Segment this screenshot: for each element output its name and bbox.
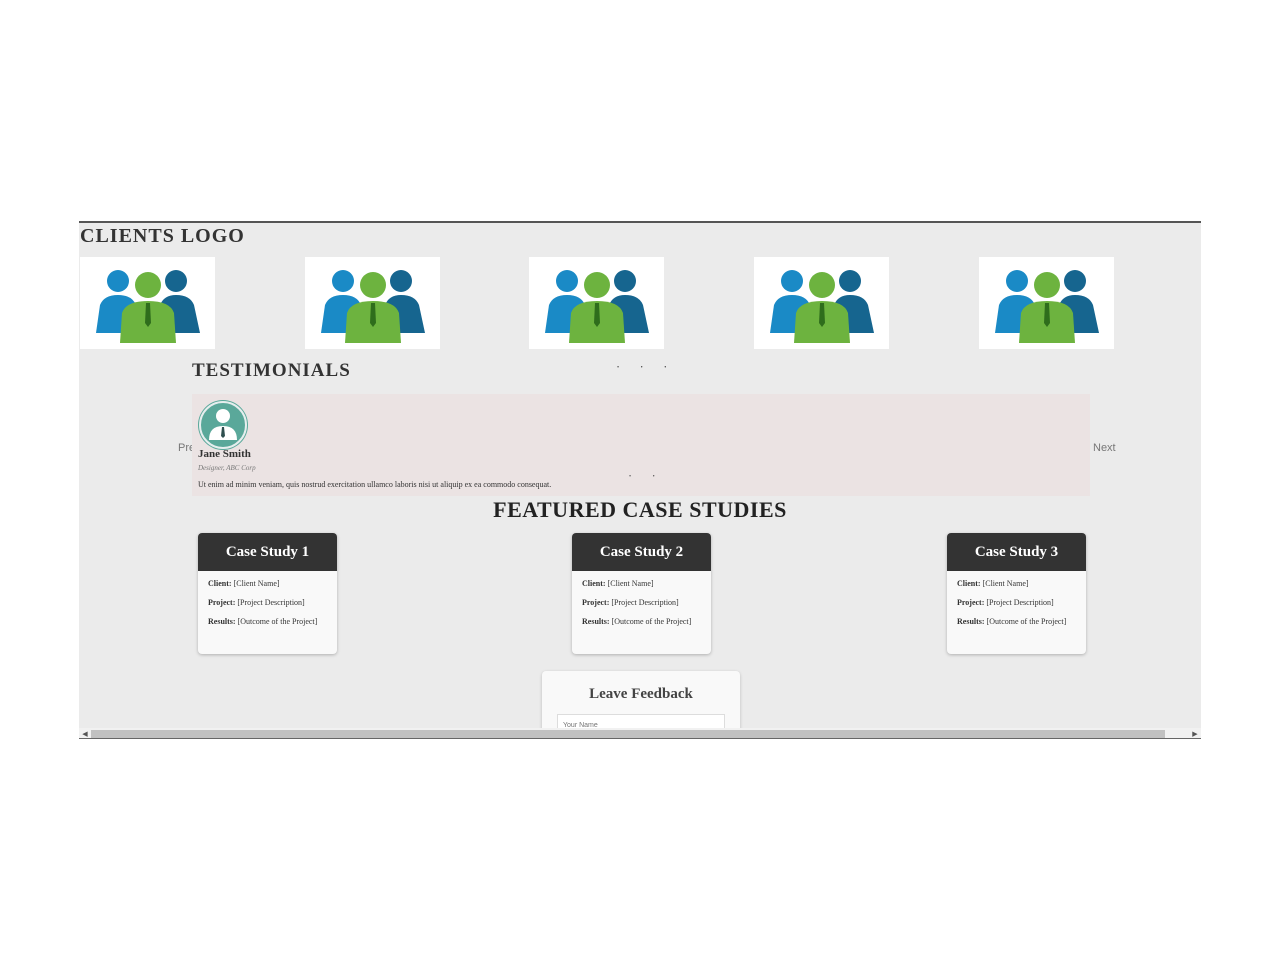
client-label: Client: [957,579,981,588]
case-study-body: Client: [Client Name] Project: [Project … [947,571,1086,644]
case-results-row: Results: [Outcome of the Project] [582,617,701,626]
case-client-row: Client: [Client Name] [957,579,1076,588]
testimonial-author-name: Jane Smith [198,448,251,460]
project-label: Project: [582,598,610,607]
client-logo [305,257,440,349]
project-value: [Project Description] [984,598,1054,607]
results-value: [Outcome of the Project] [235,617,318,626]
scrollbar-thumb[interactable] [91,730,1165,738]
client-logo [754,257,889,349]
case-results-row: Results: [Outcome of the Project] [208,617,327,626]
testimonial-card: Jane Smith Designer, ABC Corp Ut enim ad… [192,394,1090,496]
clients-logo-heading: CLIENTS LOGO [80,225,245,247]
case-study-card[interactable]: Case Study 1 Client: [Client Name] Proje… [198,533,337,654]
testimonial-author-role: Designer, ABC Corp [198,464,256,472]
client-label: Client: [582,579,606,588]
project-label: Project: [208,598,236,607]
client-value: [Client Name] [605,579,654,588]
results-label: Results: [582,617,610,626]
client-label: Client: [208,579,232,588]
page-viewport: CLIENTS LOGO • • • TESTIMONIALS Pr Jane … [79,221,1201,739]
case-study-title: Case Study 1 [198,533,337,571]
project-value: [Project Description] [609,598,679,607]
avatar [198,400,248,450]
client-logo [80,257,215,349]
case-study-card[interactable]: Case Study 3 Client: [Client Name] Proje… [947,533,1086,654]
user-avatar-icon [199,401,247,449]
clients-logo-row: • • • [79,257,1201,371]
feedback-heading: Leave Feedback [589,686,693,702]
horizontal-scrollbar[interactable]: ◀ ▶ [79,728,1201,738]
case-study-body: Client: [Client Name] Project: [Project … [198,571,337,644]
case-study-body: Client: [Client Name] Project: [Project … [572,571,711,644]
project-value: [Project Description] [235,598,305,607]
results-label: Results: [208,617,236,626]
testimonial-next-button[interactable]: Next [1093,442,1116,454]
client-value: [Client Name] [231,579,280,588]
case-project-row: Project: [Project Description] [208,598,327,607]
case-results-row: Results: [Outcome of the Project] [957,617,1076,626]
people-group-logo-icon [95,270,200,343]
scroll-right-icon[interactable]: ▶ [1189,728,1201,738]
project-label: Project: [957,598,985,607]
results-value: [Outcome of the Project] [984,617,1067,626]
case-client-row: Client: [Client Name] [208,579,327,588]
people-group-logo-icon [769,270,874,343]
people-group-logo-icon [320,270,425,343]
case-project-row: Project: [Project Description] [957,598,1076,607]
scroll-left-icon[interactable]: ◀ [79,728,91,738]
client-logo [529,257,664,349]
testimonial-carousel-dots[interactable]: • • [629,474,665,480]
results-value: [Outcome of the Project] [609,617,692,626]
testimonial-quote: Ut enim ad minim veniam, quis nostrud ex… [198,480,552,489]
case-study-title: Case Study 2 [572,533,711,571]
people-group-logo-icon [994,270,1099,343]
results-label: Results: [957,617,985,626]
client-logo [979,257,1114,349]
people-group-logo-icon [544,270,649,343]
case-study-title: Case Study 3 [947,533,1086,571]
testimonials-heading: TESTIMONIALS [192,360,351,381]
case-project-row: Project: [Project Description] [582,598,701,607]
client-value: [Client Name] [980,579,1029,588]
logo-carousel-dots[interactable]: • • • [617,365,676,371]
case-client-row: Client: [Client Name] [582,579,701,588]
featured-case-studies-heading: FEATURED CASE STUDIES [493,497,787,522]
testimonial-prev-button[interactable]: Prev [178,442,192,454]
case-study-card[interactable]: Case Study 2 Client: [Client Name] Proje… [572,533,711,654]
